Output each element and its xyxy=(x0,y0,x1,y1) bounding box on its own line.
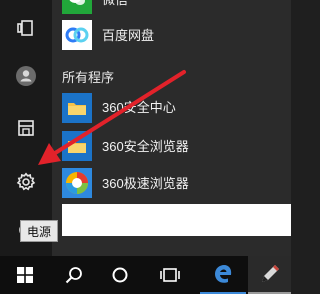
edge-icon xyxy=(215,265,232,283)
search-icon xyxy=(65,267,82,284)
search-button[interactable] xyxy=(54,256,94,294)
cortana-button[interactable] xyxy=(100,256,140,294)
settings-button[interactable] xyxy=(0,162,52,202)
360-security-center-tile[interactable] xyxy=(62,93,92,123)
task-view-icon xyxy=(160,268,180,282)
cortana-icon xyxy=(112,267,128,283)
app-label-360-safe-browser[interactable]: 360安全浏览器 xyxy=(102,139,189,155)
task-view-button[interactable] xyxy=(150,256,190,294)
documents-icon xyxy=(18,120,34,136)
start-left-rail xyxy=(0,0,52,256)
documents-button[interactable] xyxy=(0,108,52,148)
start-button[interactable] xyxy=(0,256,50,294)
app-label-baidu-netdisk[interactable]: 百度网盘 xyxy=(102,28,154,44)
tablet-mode-icon xyxy=(17,20,33,36)
expand-menu-button[interactable] xyxy=(0,8,52,48)
app-label-wechat[interactable]: 微信 xyxy=(102,0,128,8)
user-account-button[interactable] xyxy=(0,56,52,96)
search-input[interactable] xyxy=(62,204,291,236)
windows-start-icon xyxy=(17,267,33,283)
gear-icon xyxy=(16,172,36,191)
pen-app-taskbar-button[interactable] xyxy=(248,256,291,294)
360-speed-browser-icon xyxy=(66,172,88,194)
baidu-netdisk-tile[interactable] xyxy=(62,20,92,50)
taskbar xyxy=(0,256,291,294)
power-tooltip: 电源 xyxy=(20,220,58,242)
folder-icon xyxy=(68,141,86,153)
wechat-icon xyxy=(69,0,85,5)
360-safe-browser-tile[interactable] xyxy=(62,131,92,161)
app-label-360-security-center[interactable]: 360安全中心 xyxy=(102,100,176,116)
app-label-360-speed-browser[interactable]: 360极速浏览器 xyxy=(102,176,189,192)
edge-taskbar-button[interactable] xyxy=(200,256,246,294)
all-programs-heading: 所有程序 xyxy=(62,70,115,85)
wechat-tile[interactable] xyxy=(62,0,92,14)
folder-icon xyxy=(68,103,86,115)
pen-app-icon xyxy=(261,265,279,282)
baidu-netdisk-icon xyxy=(65,27,89,43)
360-speed-browser-tile[interactable] xyxy=(62,168,92,198)
user-icon xyxy=(16,66,36,86)
